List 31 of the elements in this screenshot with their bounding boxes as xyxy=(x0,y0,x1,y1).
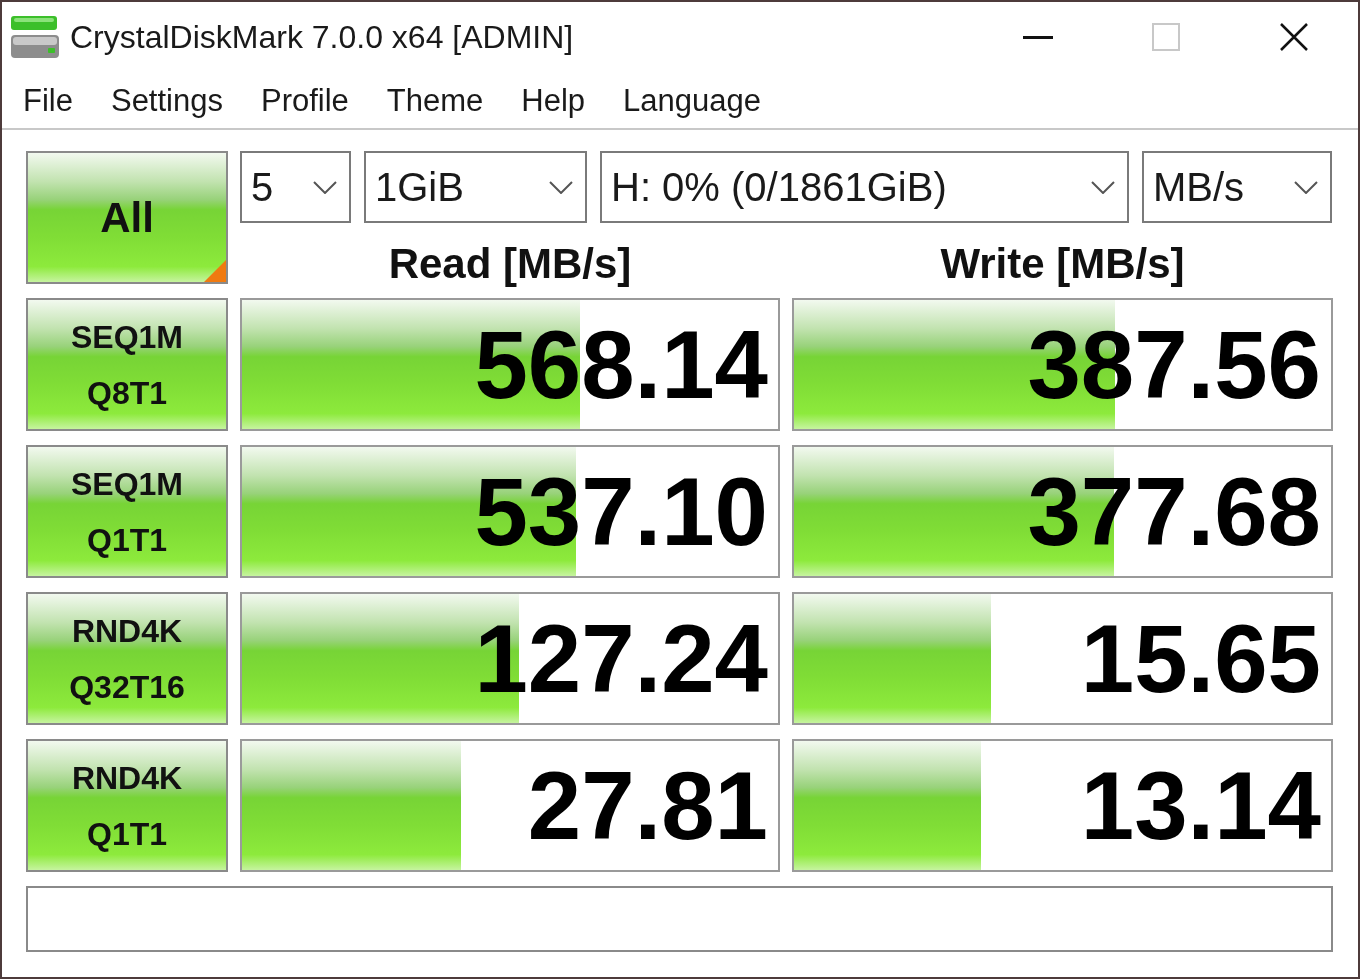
result-value: 15.65 xyxy=(1080,610,1321,707)
test-button[interactable]: RND4K Q32T16 xyxy=(26,592,228,725)
corner-triangle-icon xyxy=(204,260,226,282)
menu-item[interactable]: Settings xyxy=(91,84,242,116)
column-header: Read [MB/s] xyxy=(388,240,632,288)
menu-item[interactable]: Theme xyxy=(367,84,503,116)
chevron-down-icon xyxy=(313,180,337,194)
maximize-icon xyxy=(1152,23,1180,51)
menu-item[interactable]: File xyxy=(4,84,92,116)
menu-item[interactable]: Help xyxy=(502,84,605,116)
drive-icon xyxy=(10,15,60,59)
column-header: Write [MB/s] xyxy=(940,240,1185,288)
result-value: 13.14 xyxy=(1080,757,1321,854)
menu-item[interactable]: Language xyxy=(604,84,781,116)
dropdown[interactable]: MB/s xyxy=(1142,151,1332,223)
test-button[interactable]: SEQ1M Q8T1 xyxy=(26,298,228,431)
all-button[interactable]: All xyxy=(26,151,228,284)
chevron-down-icon xyxy=(549,180,573,194)
comment-field[interactable] xyxy=(26,886,1333,952)
chevron-down-icon xyxy=(1294,180,1318,194)
dropdown[interactable]: H: 0% (0/1861GiB) xyxy=(600,151,1129,223)
result-value: 27.81 xyxy=(527,757,768,854)
close-icon xyxy=(1280,23,1308,51)
dropdown[interactable]: 5 xyxy=(240,151,351,223)
menu-item[interactable]: Profile xyxy=(241,84,368,116)
test-button[interactable]: RND4K Q1T1 xyxy=(26,739,228,872)
minimize-icon xyxy=(1023,35,1053,39)
test-button[interactable]: SEQ1M Q1T1 xyxy=(26,445,228,578)
dropdown[interactable]: 1GiB xyxy=(364,151,587,223)
window-title: CrystalDiskMark 7.0.0 x64 [ADMIN] xyxy=(70,21,574,53)
chevron-down-icon xyxy=(1091,180,1115,194)
